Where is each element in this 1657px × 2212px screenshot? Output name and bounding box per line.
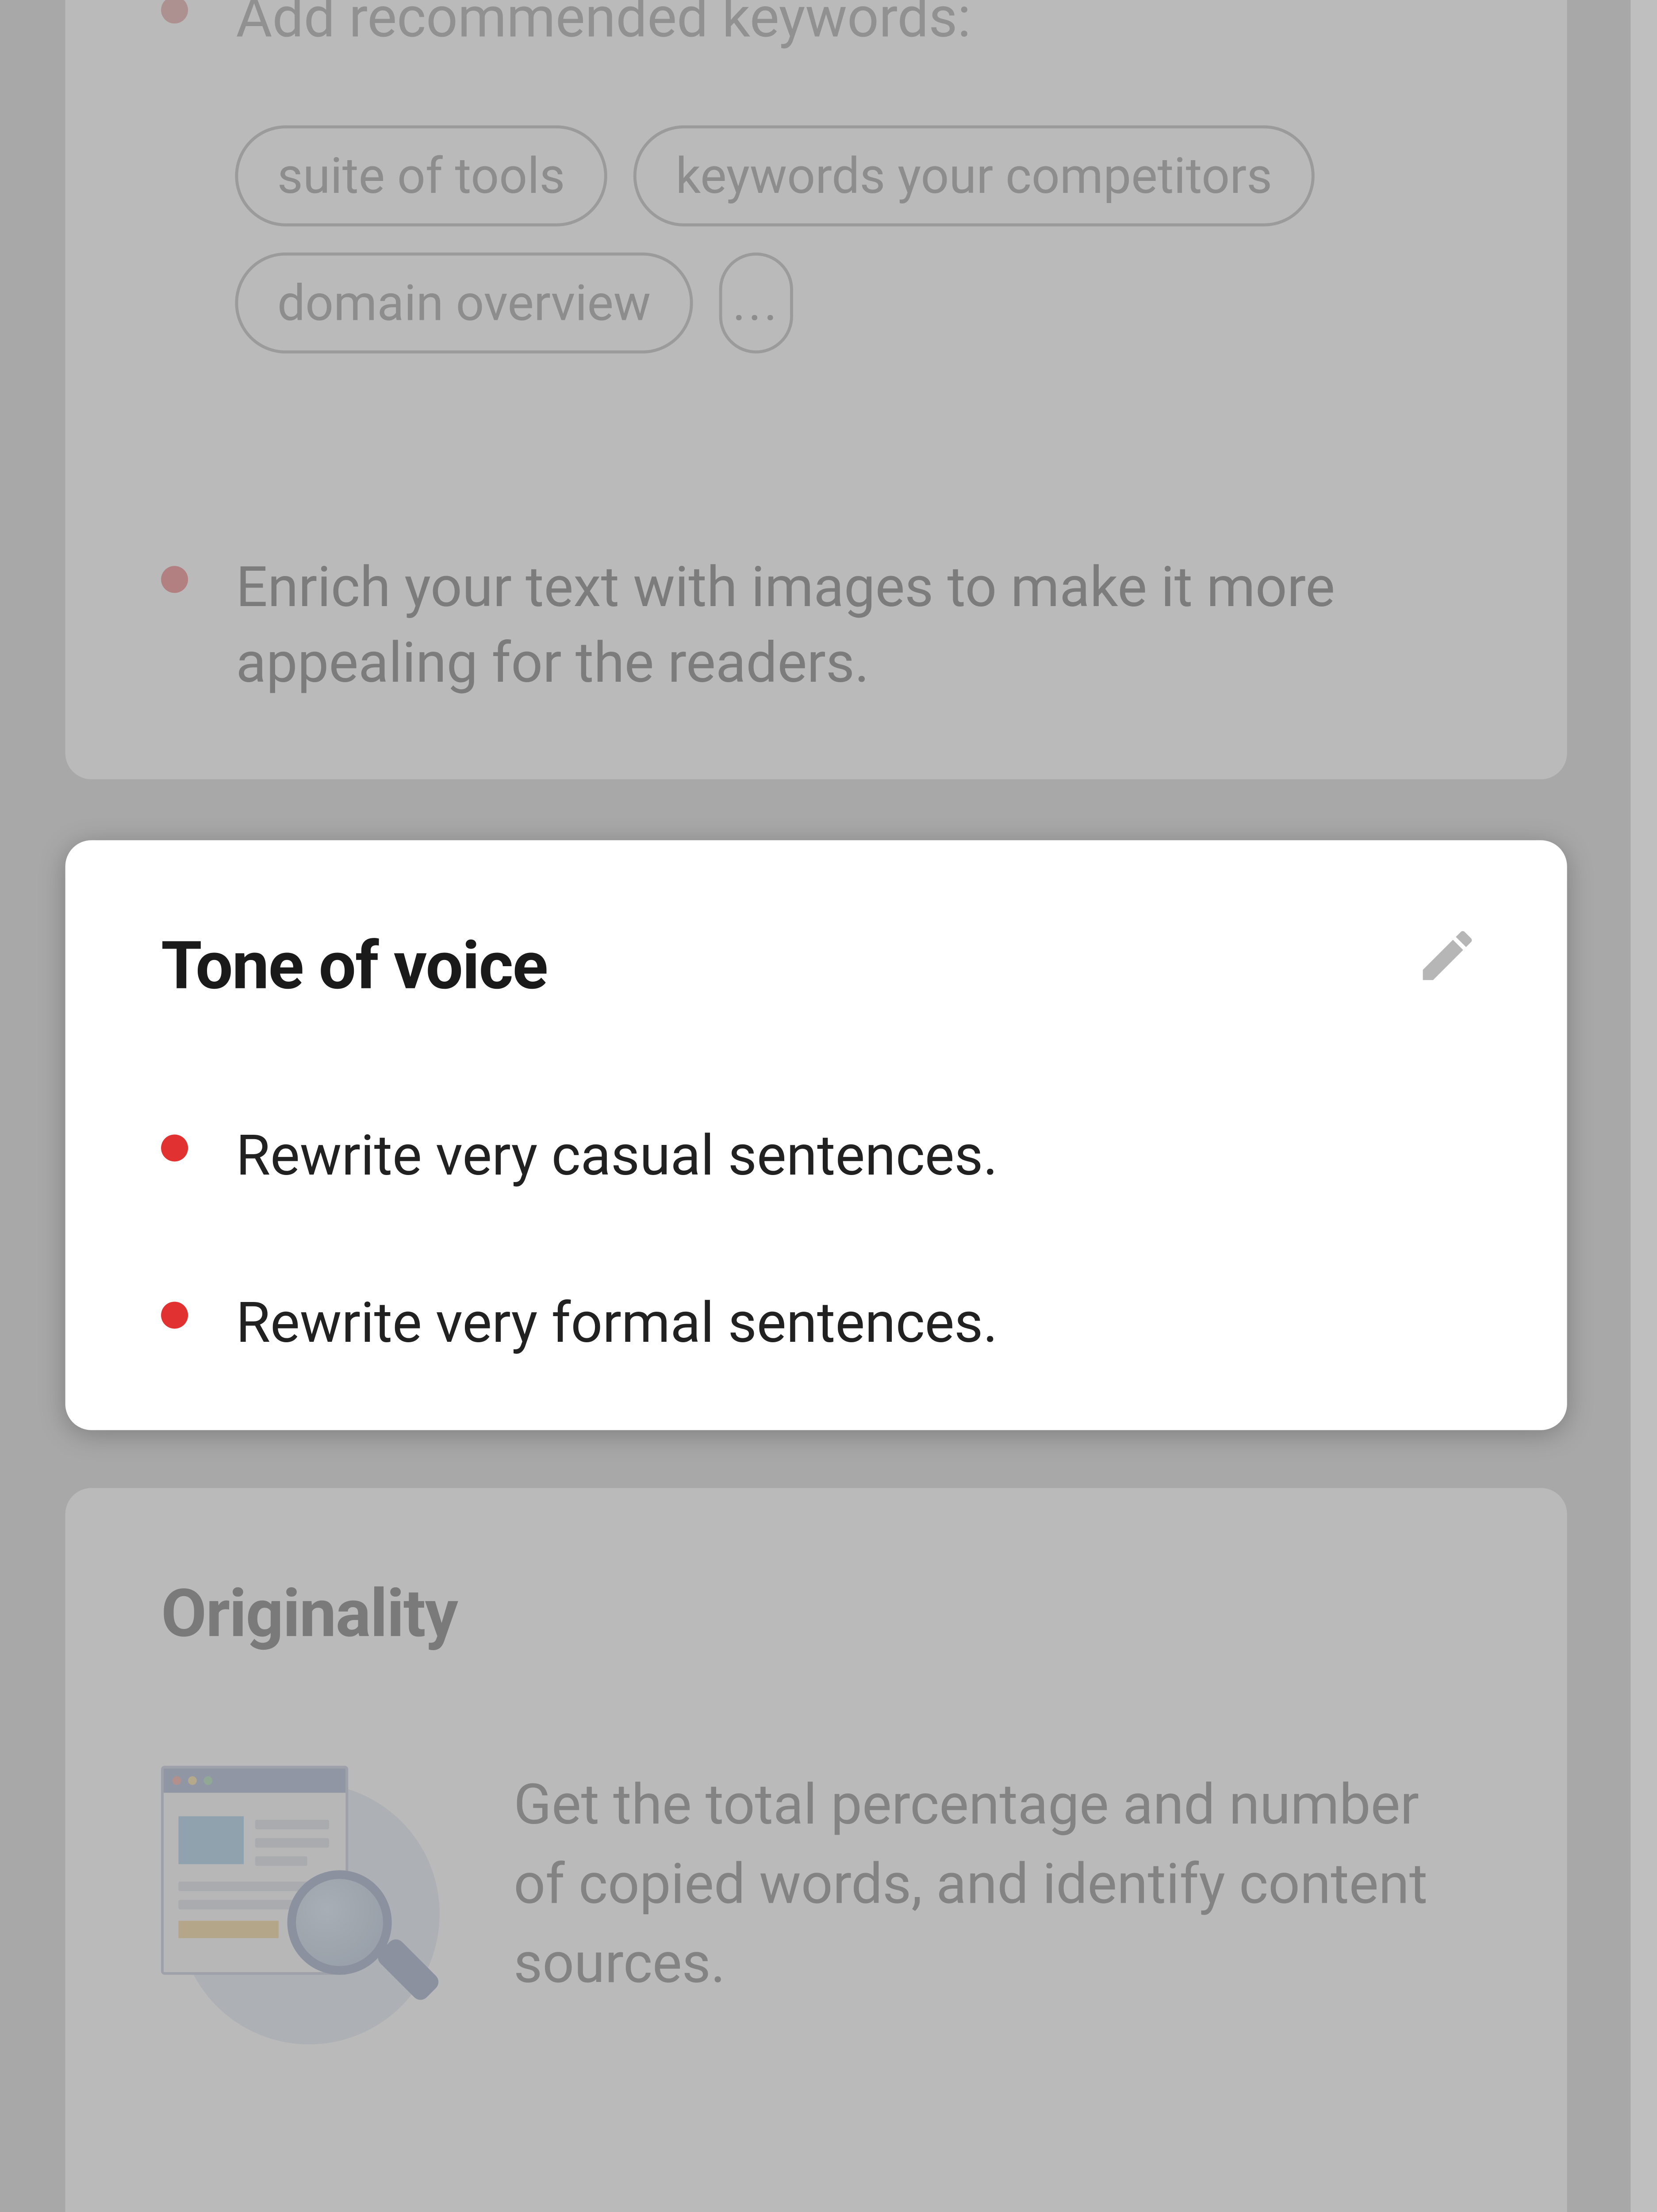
edit-icon[interactable] — [1415, 923, 1480, 988]
recommendation-text: Enrich your text with images to make it … — [236, 549, 1471, 701]
recommendation-item: Add recommended keywords: — [161, 0, 1471, 56]
tone-item-text: Rewrite very formal sentences. — [236, 1285, 997, 1361]
tone-of-voice-card: Tone of voice Rewrite very casual senten… — [65, 840, 1567, 1430]
originality-card: Originality Get the total percentage and… — [65, 1488, 1567, 2212]
originality-illustration-icon — [161, 1766, 431, 2009]
tone-item[interactable]: Rewrite very formal sentences. — [161, 1285, 1471, 1361]
tone-item[interactable]: Rewrite very casual sentences. — [161, 1118, 1471, 1194]
recommendation-item: Enrich your text with images to make it … — [161, 549, 1471, 701]
tone-title: Tone of voice — [161, 927, 1471, 1005]
tone-item-text: Rewrite very casual sentences. — [236, 1118, 997, 1194]
status-dot-icon — [161, 1302, 188, 1329]
recommendations-card: Add recommended keywords: suite of tools… — [65, 0, 1567, 779]
status-dot-icon — [161, 1134, 188, 1161]
originality-title: Originality — [161, 1575, 1471, 1652]
status-dot-icon — [161, 566, 188, 593]
keyword-chip[interactable]: domain overview — [235, 253, 693, 353]
keyword-chip-group: suite of tools keywords your competitors… — [235, 125, 1471, 353]
status-dot-icon — [161, 0, 188, 23]
keyword-chip[interactable]: keywords your competitors — [633, 125, 1315, 226]
keyword-chip[interactable]: suite of tools — [235, 125, 607, 226]
keyword-chip-more[interactable]: ... — [719, 253, 793, 353]
originality-description: Get the total percentage and number of c… — [514, 1766, 1471, 2003]
recommendation-text: Add recommended keywords: — [236, 0, 971, 56]
